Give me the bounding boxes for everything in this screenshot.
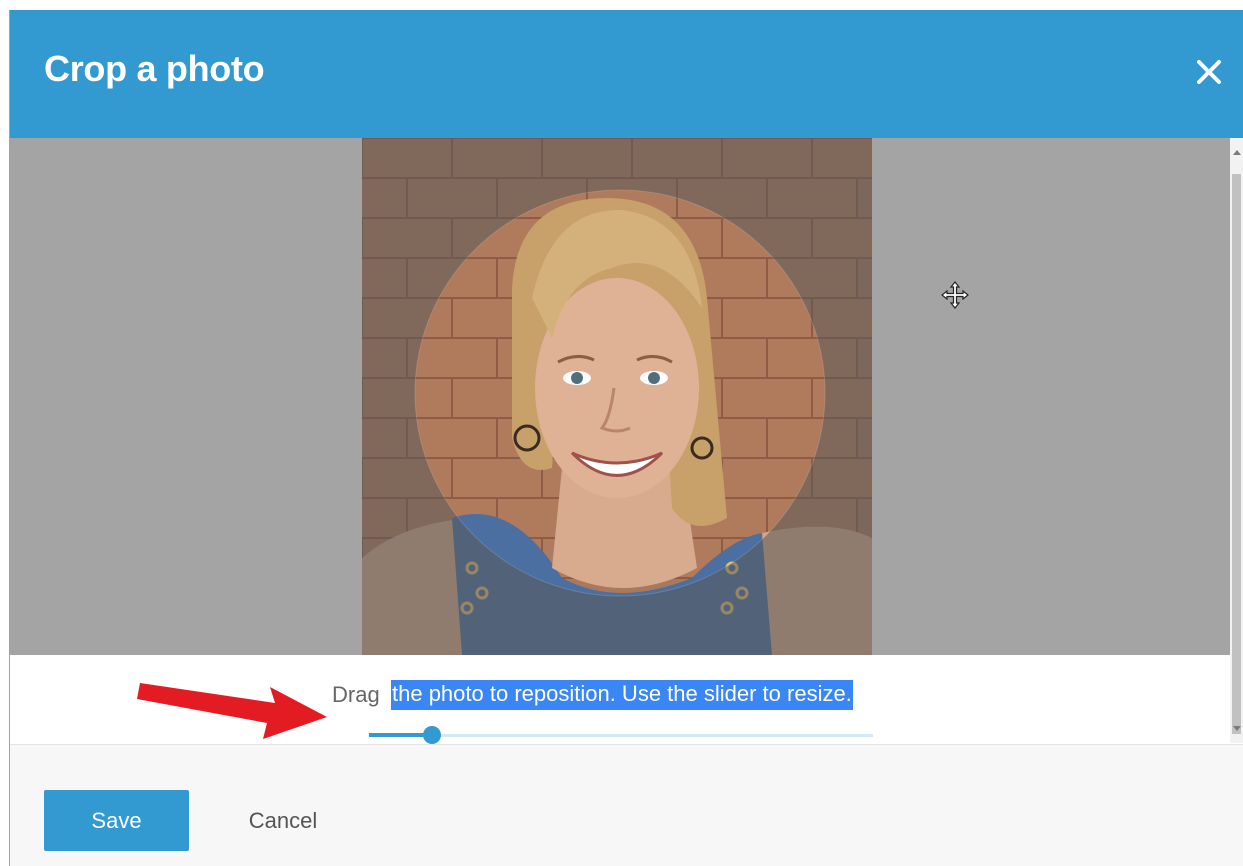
scroll-up-arrow-icon[interactable] [1233, 150, 1241, 155]
resize-slider[interactable] [369, 725, 873, 745]
close-icon [1197, 60, 1221, 84]
close-button[interactable] [1191, 54, 1227, 90]
instruction-text-selected: the photo to reposition. Use the slider … [391, 680, 853, 710]
slider-thumb[interactable] [423, 726, 441, 744]
crop-photo-dialog: Crop a photo Drag the photo to repositio… [10, 10, 1243, 866]
scroll-down-arrow-icon[interactable] [1233, 726, 1241, 731]
move-cursor-icon [941, 281, 969, 309]
vertical-scrollbar[interactable] [1230, 138, 1243, 743]
instruction-text-plain: Drag [332, 682, 380, 707]
save-button[interactable]: Save [44, 790, 189, 851]
scroll-thumb[interactable] [1232, 174, 1241, 734]
dialog-footer: Save Cancel [10, 744, 1243, 866]
crop-area[interactable] [10, 138, 1230, 655]
dialog-title: Crop a photo [44, 48, 265, 89]
cancel-button[interactable]: Cancel [228, 790, 338, 851]
dialog-header: Crop a photo [10, 10, 1243, 138]
profile-photo[interactable] [362, 138, 872, 655]
red-arrow-annotation [137, 683, 327, 739]
slider-track[interactable] [369, 734, 873, 737]
